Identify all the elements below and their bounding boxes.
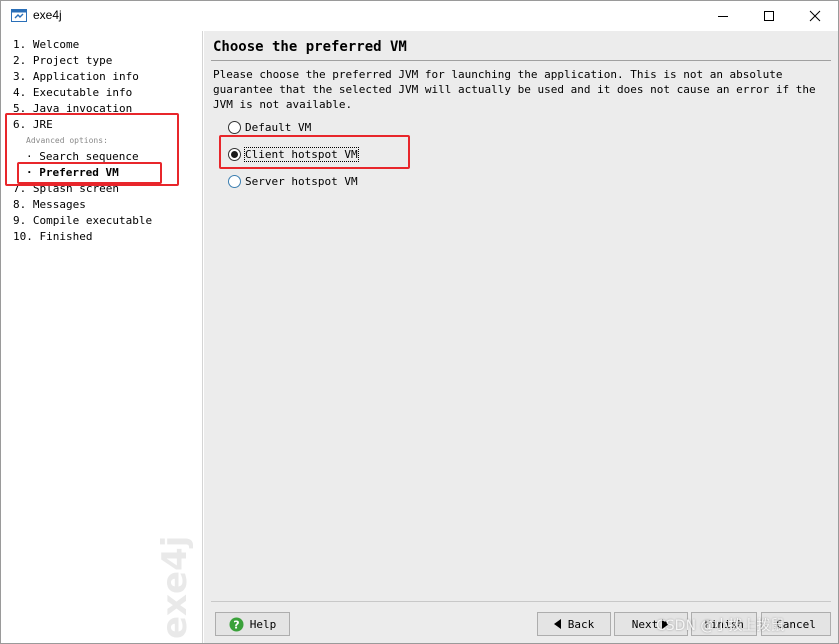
step-label: Messages [32,198,86,211]
step-application-info[interactable]: 3. Application info [13,70,139,84]
step-executable-info[interactable]: 4. Executable info [13,86,132,100]
help-button-label: Help [249,617,277,631]
maximize-icon [764,11,774,21]
csdn-watermark: CSDN @小拨上拨鼠 [656,618,785,634]
help-button[interactable]: ? Help [215,612,290,636]
close-icon [809,10,821,22]
step-number: 9. [13,214,27,227]
minimize-button[interactable] [700,1,746,31]
bottom-divider [211,601,831,602]
step-compile-executable[interactable]: 9. Compile executable [13,214,152,228]
step-messages[interactable]: 8. Messages [13,198,86,212]
title-bar: exe4j [1,1,838,31]
step-label: Finished [39,230,93,243]
step-label: Application info [32,70,139,83]
minimize-icon [718,16,728,17]
annotation-box-client-hotspot [219,135,410,169]
step-label: Welcome [32,38,80,51]
next-button-label: Next [631,617,659,631]
svg-text:exe4j: exe4j [155,536,195,639]
step-welcome[interactable]: 1. Welcome [13,38,79,52]
step-number: 8. [13,198,27,211]
window-title: exe4j [33,8,62,22]
title-divider [211,60,831,61]
exe4j-window: exe4j 1. Welcome 2. Project type 3. Appl… [0,0,839,644]
help-icon: ? [229,617,244,632]
annotation-box-preferred-vm [17,162,162,184]
page-description: Please choose the preferred JVM for laun… [213,68,816,111]
back-button[interactable]: Back [537,612,611,636]
close-button[interactable] [792,1,838,31]
svg-text:?: ? [233,618,239,631]
back-button-label: Back [567,617,595,631]
step-number: 10. [13,230,33,243]
back-arrow-icon [553,619,562,629]
step-label: Compile executable [32,214,153,227]
step-project-type[interactable]: 2. Project type [13,54,112,68]
step-number: 4. [13,86,27,99]
page-title: Choose the preferred VM [213,39,407,55]
radio-label: Server hotspot VM [245,174,358,188]
step-number: 1. [13,38,27,51]
radio-default-vm[interactable]: Default VM [228,119,311,135]
radio-button-icon [228,174,241,188]
step-label: Executable info [32,86,133,99]
step-finished[interactable]: 10. Finished [13,230,92,244]
radio-server-hotspot-vm[interactable]: Server hotspot VM [228,173,358,189]
step-number: 2. [13,54,27,67]
exe4j-brand-watermark: exe4j [155,536,195,639]
radio-label: Default VM [245,120,312,134]
maximize-button[interactable] [746,1,792,31]
exe4j-app-icon [11,9,27,22]
step-number: 3. [13,70,27,83]
radio-button-icon [228,120,241,134]
step-label: Project type [32,54,113,67]
main-panel: Choose the preferred VM Please choose th… [204,31,838,643]
